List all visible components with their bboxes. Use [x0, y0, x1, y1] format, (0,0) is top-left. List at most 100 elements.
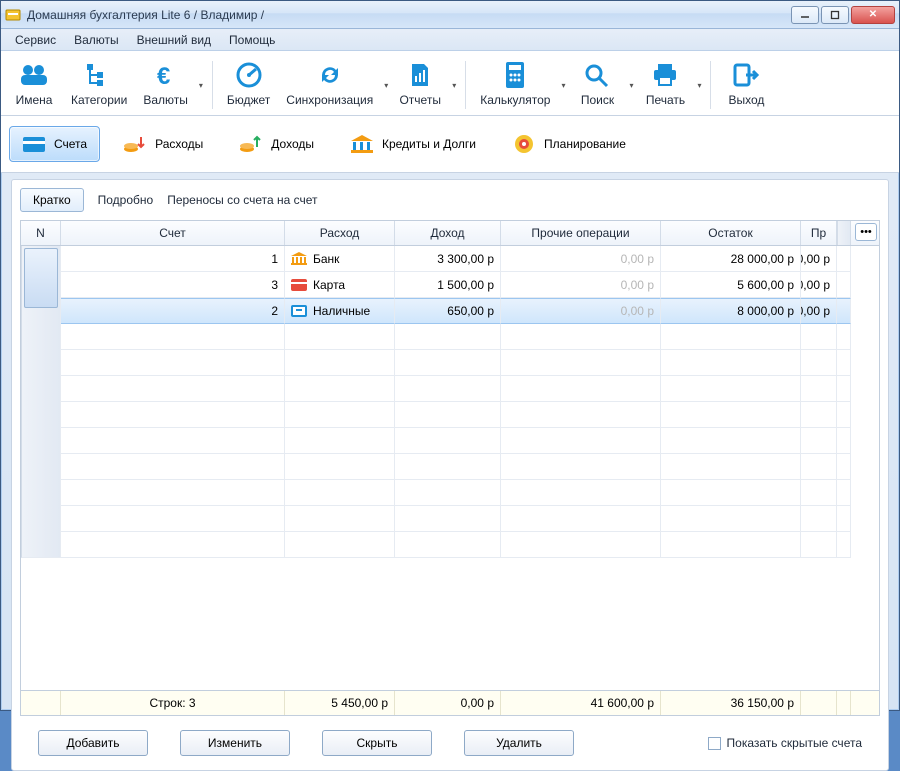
empty-cell — [661, 376, 801, 402]
cell-extra[interactable] — [837, 272, 851, 298]
toolbar-exit[interactable]: Выход — [717, 55, 775, 115]
section-label: Кредиты и Долги — [382, 137, 476, 151]
empty-cell — [61, 480, 285, 506]
checkbox-icon — [708, 737, 721, 750]
maximize-button[interactable] — [821, 6, 849, 24]
empty-cell — [661, 480, 801, 506]
toolbar-print-dropdown[interactable]: ▾ — [694, 55, 704, 115]
cell-income[interactable]: 0,00 р — [501, 298, 661, 324]
cell-expense[interactable]: 1 500,00 р — [395, 272, 501, 298]
toolbar-currencies-dropdown[interactable]: ▾ — [196, 55, 206, 115]
footer-income: 0,00 р — [395, 691, 501, 715]
cell-balance[interactable]: 24 700,00 р — [801, 246, 837, 272]
section-bar: Счета Расходы Доходы Кредиты и Долги Пла… — [1, 116, 899, 173]
toolbar-reports-dropdown[interactable]: ▾ — [449, 55, 459, 115]
view-detail[interactable]: Подробно — [98, 193, 154, 207]
menu-currencies[interactable]: Валюты — [66, 31, 127, 49]
footer-expense: 5 450,00 р — [285, 691, 395, 715]
col-balance[interactable]: Остаток — [661, 221, 801, 245]
table-options-button[interactable]: ••• — [855, 223, 877, 241]
add-button[interactable]: Добавить — [38, 730, 148, 756]
view-transfers[interactable]: Переносы со счета на счет — [167, 193, 317, 207]
toolbar-search-dropdown[interactable]: ▾ — [626, 55, 636, 115]
section-planning[interactable]: Планирование — [499, 126, 639, 162]
cell-balance[interactable]: 4 100,00 р — [801, 272, 837, 298]
footer-balance: 36 150,00 р — [661, 691, 801, 715]
empty-cell — [501, 402, 661, 428]
cell-n[interactable]: 3 — [61, 272, 285, 298]
empty-cell — [61, 428, 285, 454]
empty-cell — [395, 324, 501, 350]
col-account[interactable]: Счет — [61, 221, 285, 245]
vertical-scrollbar[interactable] — [21, 246, 61, 558]
col-n[interactable]: N — [21, 221, 61, 245]
bank-icon — [291, 252, 307, 266]
empty-cell — [395, 454, 501, 480]
view-short[interactable]: Кратко — [20, 188, 84, 212]
toolbar-currencies[interactable]: € Валюты — [135, 55, 196, 115]
menu-service[interactable]: Сервис — [7, 31, 64, 49]
menu-help[interactable]: Помощь — [221, 31, 283, 49]
cell-account[interactable]: Наличные — [285, 298, 395, 324]
empty-cell — [837, 532, 851, 558]
toolbar-search[interactable]: Поиск — [568, 55, 626, 115]
col-expense[interactable]: Расход — [285, 221, 395, 245]
cell-income[interactable]: 0,00 р — [501, 246, 661, 272]
cell-balance[interactable]: 7 350,00 р — [801, 298, 837, 324]
cell-other[interactable]: 5 600,00 р — [661, 272, 801, 298]
section-expenses[interactable]: Расходы — [110, 126, 216, 162]
bank-icon — [350, 133, 374, 155]
cell-income[interactable]: 0,00 р — [501, 272, 661, 298]
section-label: Расходы — [155, 137, 203, 151]
toolbar-reports[interactable]: Отчеты — [391, 55, 449, 115]
empty-cell — [661, 532, 801, 558]
toolbar-print[interactable]: Печать — [636, 55, 694, 115]
toolbar-sync[interactable]: Синхронизация — [278, 55, 381, 115]
col-extra[interactable]: Пр — [801, 221, 837, 245]
minimize-button[interactable] — [791, 6, 819, 24]
toolbar-calculator[interactable]: Калькулятор — [472, 55, 558, 115]
empty-cell — [801, 402, 837, 428]
search-icon — [582, 61, 612, 89]
section-accounts[interactable]: Счета — [9, 126, 100, 162]
content-panel: Кратко Подробно Переносы со счета на сче… — [11, 179, 889, 771]
cell-extra[interactable] — [837, 298, 851, 324]
cell-account[interactable]: Карта — [285, 272, 395, 298]
cell-n[interactable]: 1 — [61, 246, 285, 272]
toolbar-names[interactable]: Имена — [5, 55, 63, 115]
toolbar-sync-dropdown[interactable]: ▾ — [381, 55, 391, 115]
col-income[interactable]: Доход — [395, 221, 501, 245]
toolbar-calculator-dropdown[interactable]: ▾ — [558, 55, 568, 115]
wallet-icon — [22, 133, 46, 155]
menu-view[interactable]: Внешний вид — [129, 31, 219, 49]
toolbar-categories[interactable]: Категории — [63, 55, 135, 115]
empty-cell — [395, 532, 501, 558]
col-other[interactable]: Прочие операции — [501, 221, 661, 245]
delete-button[interactable]: Удалить — [464, 730, 574, 756]
separator — [710, 61, 711, 109]
section-income[interactable]: Доходы — [226, 126, 327, 162]
empty-cell — [837, 454, 851, 480]
cell-extra[interactable] — [837, 246, 851, 272]
close-button[interactable]: ✕ — [851, 6, 895, 24]
hide-button[interactable]: Скрыть — [322, 730, 432, 756]
cell-account[interactable]: Банк — [285, 246, 395, 272]
empty-cell — [61, 376, 285, 402]
cell-other[interactable]: 8 000,00 р — [661, 298, 801, 324]
cell-n[interactable]: 2 — [61, 298, 285, 324]
cell-other[interactable]: 28 000,00 р — [661, 246, 801, 272]
scrollbar-thumb[interactable] — [24, 248, 58, 308]
edit-button[interactable]: Изменить — [180, 730, 290, 756]
empty-cell — [801, 350, 837, 376]
show-hidden-checkbox[interactable]: Показать скрытые счета — [708, 736, 862, 750]
toolbar-budget[interactable]: Бюджет — [219, 55, 278, 115]
coins-out-icon — [123, 133, 147, 155]
empty-cell — [285, 402, 395, 428]
section-credits[interactable]: Кредиты и Долги — [337, 126, 489, 162]
cell-expense[interactable]: 650,00 р — [395, 298, 501, 324]
report-icon — [405, 61, 435, 89]
cell-expense[interactable]: 3 300,00 р — [395, 246, 501, 272]
action-row: Добавить Изменить Скрыть Удалить Показат… — [20, 716, 880, 762]
empty-cell — [837, 480, 851, 506]
empty-cell — [837, 350, 851, 376]
